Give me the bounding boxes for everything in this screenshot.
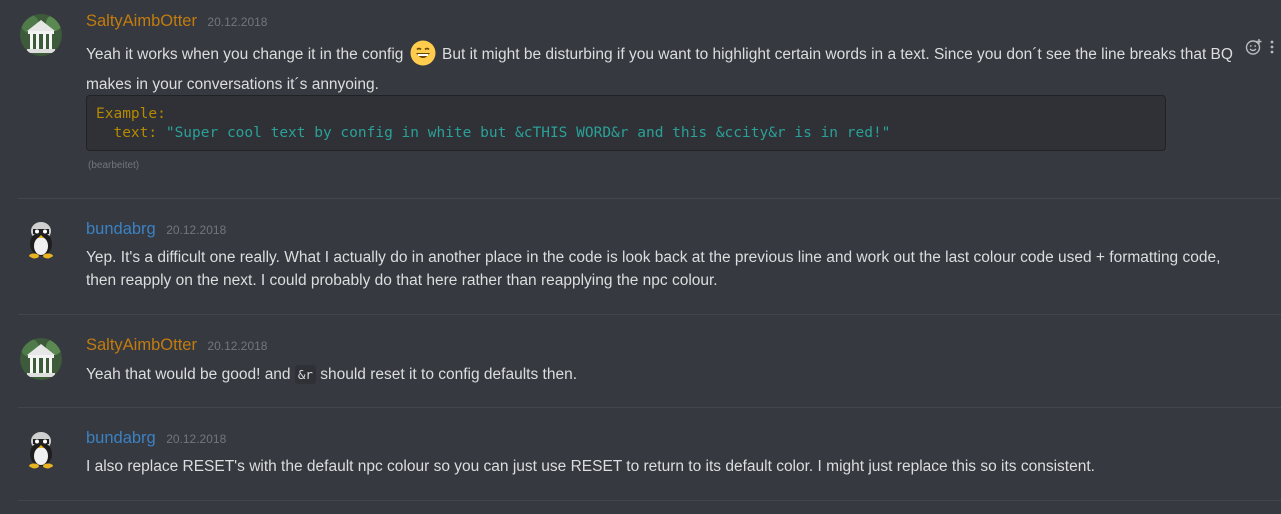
message-text: Yeah it works when you change it in the … (86, 40, 1241, 96)
code-key: text: (96, 125, 158, 141)
timestamp: 20.12.2018 (207, 339, 268, 353)
timestamp: 20.12.2018 (207, 15, 268, 29)
more-options-icon[interactable] (1269, 39, 1275, 60)
message-divider (18, 198, 1281, 199)
message-divider (18, 407, 1281, 408)
username[interactable]: bundabrg (86, 220, 156, 238)
username[interactable]: bundabrg (86, 429, 156, 447)
message-text: Yeah that would be good! and &r should r… (86, 363, 1241, 386)
code-block: Example: text: "Super cool text by confi… (86, 95, 1166, 151)
message-text: I also replace RESET's with the default … (86, 458, 1095, 475)
message-text-part: Yeah that would be good! and (86, 366, 295, 383)
code-string: "Super cool text by config in white but … (157, 125, 891, 141)
timestamp: 20.12.2018 (166, 432, 227, 446)
user-avatar[interactable] (20, 428, 62, 470)
message-hover-actions (1245, 38, 1275, 61)
grinning-face-icon (410, 40, 436, 73)
message-text: Yep. It's a difficult one really. What I… (86, 249, 1221, 289)
message-text-part: Yeah it works when you change it in the … (86, 46, 404, 63)
message-divider (18, 314, 1281, 315)
message-text-part: should reset it to config defaults then. (315, 366, 577, 383)
username[interactable]: SaltyAimbOtter (86, 12, 197, 30)
message-divider (18, 500, 1281, 501)
add-reaction-icon[interactable] (1245, 38, 1263, 61)
user-avatar[interactable] (20, 14, 62, 56)
user-avatar[interactable] (20, 218, 62, 260)
code-key: Example: (96, 106, 166, 122)
edited-label: (bearbeitet) (88, 160, 140, 171)
timestamp: 20.12.2018 (166, 223, 227, 237)
user-avatar[interactable] (20, 338, 62, 380)
inline-code: &r (294, 365, 316, 384)
username[interactable]: SaltyAimbOtter (86, 336, 197, 354)
